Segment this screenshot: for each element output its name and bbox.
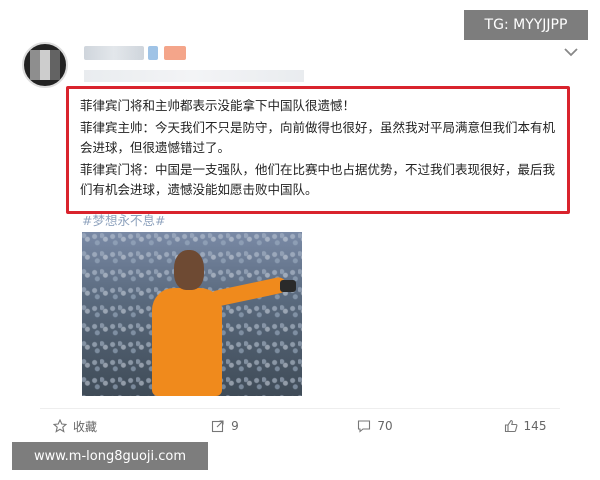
comment-count: 70 — [377, 419, 393, 433]
repost-icon — [211, 419, 225, 433]
post-text: 菲律宾门将和主帅都表示没能拿下中国队很遗憾！ 菲律宾主帅：今天我们不只是防守，向… — [80, 96, 564, 202]
member-badge-icon — [164, 46, 186, 60]
post-line-3: 菲律宾门将：中国是一支强队，他们在比赛中也占据优势，不过我们表现很好，最后我们有… — [80, 162, 556, 197]
repost-button[interactable]: 9 — [150, 419, 300, 433]
repost-count: 9 — [231, 419, 239, 433]
watermark-bottom: www.m-long8guoji.com — [12, 442, 208, 470]
avatar[interactable] — [22, 42, 68, 88]
watermark-top: TG: MYYJJPP — [464, 10, 588, 40]
post-line-2: 菲律宾主帅：今天我们不只是防守，向前做得也很好，虽然我对平局满意但我们本有机会进… — [80, 120, 556, 155]
username-blurred[interactable] — [84, 46, 144, 60]
favorite-label: 收藏 — [72, 419, 97, 434]
goalkeeper-glove — [280, 280, 296, 292]
like-button[interactable]: 145 — [450, 419, 600, 433]
weibo-post-card: TG: MYYJJPP 菲律宾门将和主帅都表示没能拿下中国队很遗憾！ 菲律宾主帅… — [0, 0, 600, 480]
post-photo[interactable] — [82, 232, 302, 396]
favorite-button[interactable]: 收藏 — [0, 418, 150, 435]
post-meta-blurred — [84, 70, 304, 82]
thumbs-up-icon — [504, 419, 518, 433]
verified-badge-icon — [148, 46, 158, 60]
goalkeeper-head — [174, 250, 204, 290]
hashtag-link[interactable]: #梦想永不息# — [82, 210, 165, 229]
chevron-down-icon[interactable] — [564, 42, 578, 61]
comment-icon — [357, 419, 371, 433]
avatar-mosaic — [30, 50, 60, 80]
action-bar: 收藏 9 70 145 — [0, 410, 600, 442]
post-line-1: 菲律宾门将和主帅都表示没能拿下中国队很遗憾！ — [80, 98, 356, 113]
comment-button[interactable]: 70 — [300, 419, 450, 433]
star-icon — [52, 418, 68, 433]
actions-divider — [40, 408, 560, 409]
like-count: 145 — [523, 419, 547, 433]
